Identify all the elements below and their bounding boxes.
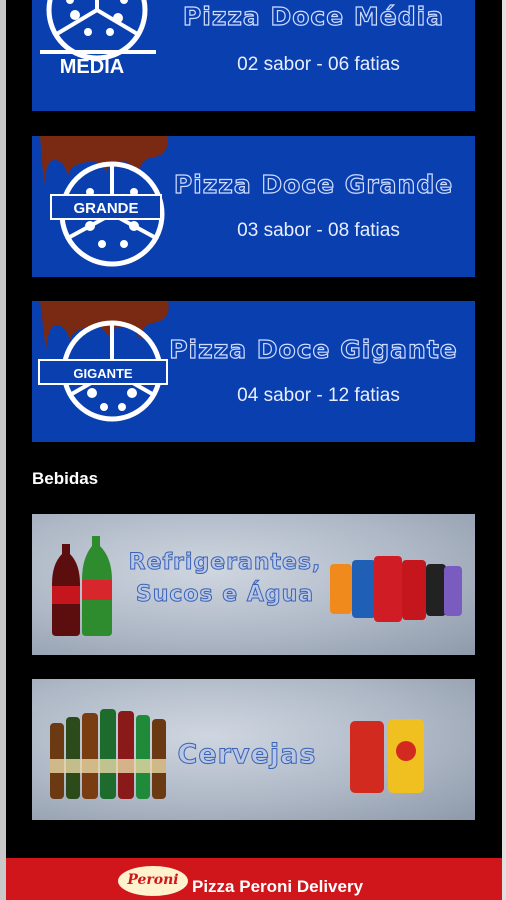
badge-label-gigante: GIGANTE: [38, 359, 168, 385]
pizza-title-grande: Pizza Doce Grande: [173, 169, 454, 199]
footer-logo: Peroni: [118, 866, 188, 896]
drink-card-refrigerantes[interactable]: Refrigerantes, Sucos e Água: [32, 514, 475, 655]
footer-logo-text: Peroni: [127, 872, 179, 888]
drink-card-cervejas[interactable]: Cervejas: [32, 679, 475, 820]
footer-bar[interactable]: Peroni Pizza Peroni Delivery: [6, 858, 502, 900]
drink-title-line2: Sucos e Água: [135, 582, 315, 608]
drink-title-cervejas: Cervejas: [177, 739, 317, 771]
pizza-subtitle-media: 02 sabor - 06 fatias: [237, 54, 400, 75]
pizza-title-gigante: Pizza Doce Gigante: [169, 334, 458, 364]
badge-label-media: MÉDIA: [59, 56, 125, 78]
section-title-bebidas: Bebidas: [32, 469, 99, 488]
left-frame-edge: [0, 0, 6, 900]
pizza-card-media[interactable]: MÉDIA Pizza Doce Média 02 sabor - 06 fat…: [32, 0, 475, 111]
pizza-subtitle-grande: 03 sabor - 08 fatias: [237, 220, 400, 241]
drink-title-line1: Refrigerantes,: [128, 550, 322, 576]
pizza-title-media: Pizza Doce Média: [182, 1, 445, 31]
pizza-card-grande[interactable]: GRANDE Pizza Doce Grande 03 sabor - 08 f…: [32, 136, 475, 277]
badge-label-grande: GRANDE: [50, 194, 162, 220]
right-frame-edge: [502, 0, 506, 900]
pizza-card-gigante[interactable]: GIGANTE Pizza Doce Gigante 04 sabor - 12…: [32, 301, 475, 442]
footer-label: Pizza Peroni Delivery: [192, 877, 364, 896]
pizza-subtitle-gigante: 04 sabor - 12 fatias: [237, 385, 400, 406]
